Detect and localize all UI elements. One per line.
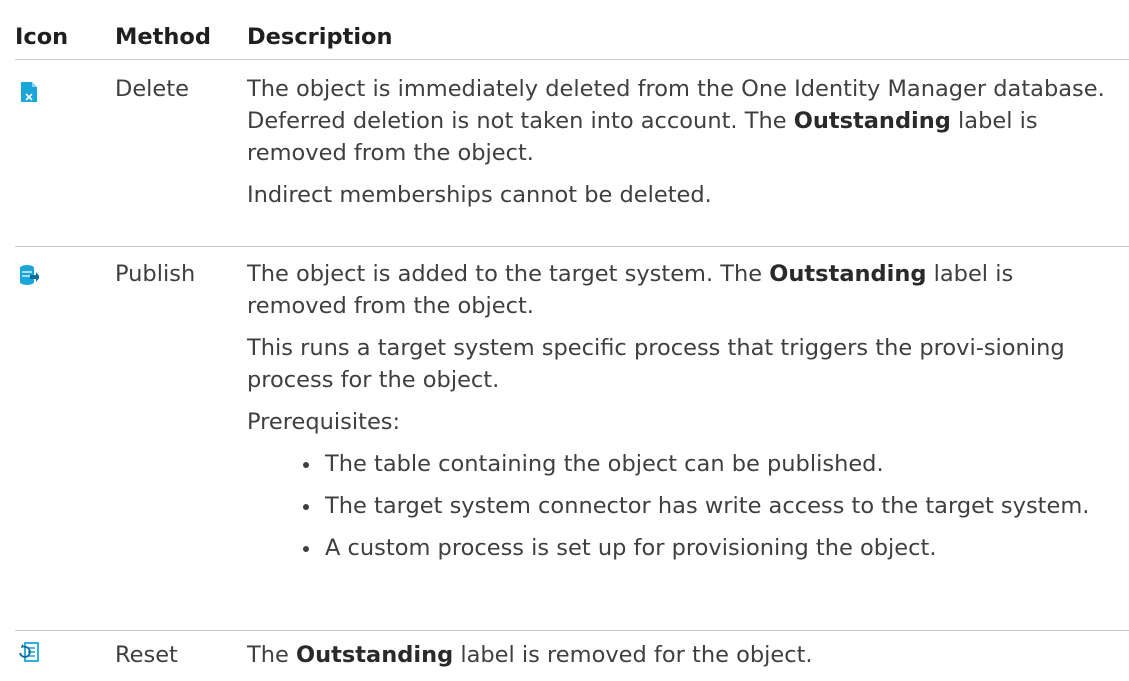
list-item: A custom process is set up for provision… [247, 532, 1119, 564]
description-delete: The object is immediately deleted from t… [247, 73, 1119, 221]
header-method: Method [115, 24, 211, 50]
outstanding-label: Outstanding [769, 261, 927, 287]
description-paragraph: The object is added to the target system… [247, 261, 1014, 319]
list-item: The table containing the object can be p… [247, 448, 1119, 480]
description-publish: The object is added to the target system… [247, 258, 1119, 574]
reset-list-icon [19, 642, 39, 662]
description-paragraph: The object is immediately deleted from t… [247, 76, 1105, 166]
description-paragraph: This runs a target system specific proce… [247, 335, 1065, 393]
delete-document-icon [21, 82, 37, 102]
prerequisites-list: The table containing the object can be p… [247, 448, 1119, 564]
publish-database-icon [20, 265, 39, 285]
method-publish: Publish [115, 261, 196, 287]
bullet-icon [303, 462, 309, 468]
header-icon: Icon [15, 24, 69, 50]
outstanding-label: Outstanding [793, 108, 951, 134]
description-paragraph: The Outstanding label is removed for the… [247, 642, 813, 668]
bullet-icon [303, 546, 309, 552]
description-reset: The Outstanding label is removed for the… [247, 639, 1119, 681]
description-paragraph: Indirect memberships cannot be deleted. [247, 182, 712, 208]
header-divider [15, 59, 1129, 60]
outstanding-label: Outstanding [296, 642, 454, 668]
method-reset: Reset [115, 642, 178, 668]
header-description: Description [247, 24, 393, 50]
list-item: The target system connector has write ac… [247, 490, 1119, 522]
method-delete: Delete [115, 76, 189, 102]
row-divider [15, 246, 1129, 247]
prerequisites-heading: Prerequisites: [247, 409, 401, 435]
bullet-icon [303, 504, 309, 510]
row-divider [15, 630, 1129, 631]
